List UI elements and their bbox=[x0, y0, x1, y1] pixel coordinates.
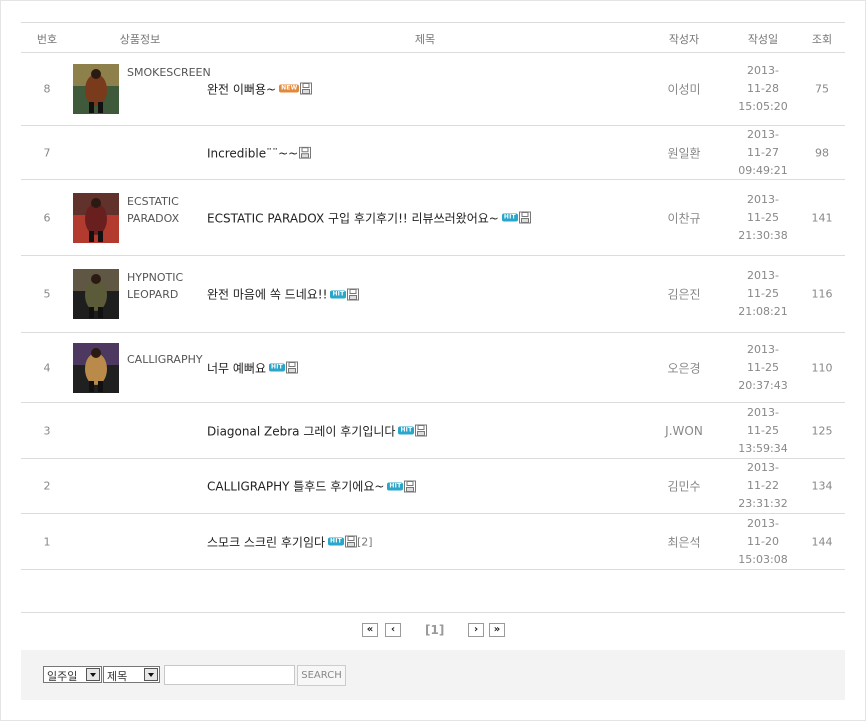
period-select[interactable]: 일주일 bbox=[43, 666, 102, 683]
product-thumbnail[interactable] bbox=[73, 342, 119, 393]
field-select-value: 제목 bbox=[107, 670, 128, 683]
next-page-button[interactable]: › bbox=[468, 623, 484, 637]
post-date: 2013-11-28 15:05:20 bbox=[738, 63, 788, 113]
first-page-button[interactable]: « bbox=[362, 623, 378, 637]
floppy-disk-icon bbox=[299, 146, 312, 159]
product-thumbnail[interactable] bbox=[73, 192, 119, 243]
last-page-button[interactable]: » bbox=[489, 623, 505, 637]
post-title[interactable]: 스모크 스크린 후기임다 bbox=[207, 535, 325, 549]
post-title[interactable]: Incredible¨¨~~ bbox=[207, 146, 298, 160]
floppy-disk-icon bbox=[518, 211, 531, 224]
title-cell: CALLIGRAPHY 틀후드 후기에요~ HIT bbox=[207, 478, 417, 495]
title-cell: 스모크 스크린 후기임다 HIT [2] bbox=[207, 533, 373, 550]
post-title[interactable]: 완전 이뻐용~ bbox=[207, 82, 276, 96]
title-cell: ECSTATIC PARADOX 구입 후기후기!! 리뷰쓰러왔어요~ HIT bbox=[207, 209, 531, 226]
post-date: 2013-11-25 21:30:38 bbox=[738, 192, 788, 242]
chevron-down-icon[interactable] bbox=[144, 668, 158, 681]
floppy-disk-icon bbox=[285, 361, 298, 374]
author-name: 오은경 bbox=[667, 361, 701, 375]
table-row[interactable]: 5 HYPNOTIC LEOPARD 완전 마음에 쏙 드네요!! HIT 김은진 20… bbox=[21, 256, 845, 333]
post-date: 2013-11-20 15:03:08 bbox=[738, 516, 788, 566]
table-row[interactable]: 8 SMOKESCREEN 완전 이뻐용~ NEW 이성미 2013-11-28 15:… bbox=[21, 52, 845, 126]
post-date: 2013-11-25 21:08:21 bbox=[738, 269, 788, 318]
floppy-disk-icon bbox=[415, 424, 428, 437]
view-count: 134 bbox=[811, 479, 833, 493]
author-name: 원일환 bbox=[667, 146, 701, 160]
hit-badge: HIT bbox=[328, 537, 344, 546]
pagination: « ‹ [1] › » bbox=[21, 612, 845, 651]
period-select-value: 일주일 bbox=[47, 670, 78, 683]
product-name[interactable]: HYPNOTIC LEOPARD bbox=[127, 269, 207, 303]
product-name[interactable]: CALLIGRAPHY bbox=[127, 351, 207, 368]
header-product: 상품정보 bbox=[119, 33, 161, 46]
hit-badge: HIT bbox=[387, 482, 404, 490]
header-title: 제목 bbox=[414, 33, 436, 46]
post-date: 2013-11-27 09:49:21 bbox=[738, 127, 788, 177]
field-select[interactable]: 제목 bbox=[103, 666, 160, 683]
review-board: 번호 상품정보 제목 작성자 작성일 조회 bbox=[21, 22, 845, 53]
post-date: 2013-11-25 13:59:34 bbox=[738, 405, 788, 455]
comment-count[interactable]: [2] bbox=[357, 535, 373, 548]
post-date: 2013-11-22 23:31:32 bbox=[738, 461, 788, 510]
search-button[interactable]: SEARCH bbox=[297, 665, 346, 686]
current-page[interactable]: [1] bbox=[425, 623, 444, 637]
floppy-disk-icon bbox=[344, 535, 357, 548]
product-name[interactable]: ECSTATIC PARADOX bbox=[127, 193, 207, 227]
header-date: 작성일 bbox=[747, 33, 779, 46]
title-cell: Diagonal Zebra 그레이 후기입니다 HIT bbox=[207, 422, 428, 439]
author-name: 이찬규 bbox=[667, 211, 701, 225]
post-title[interactable]: 너무 예뻐요 bbox=[207, 361, 266, 375]
view-count: 144 bbox=[811, 535, 833, 548]
table-row[interactable]: 7 Incredible¨¨~~ 원일환 2013-11-27 09:49:21 98 bbox=[21, 126, 845, 180]
table-row[interactable]: 3 Diagonal Zebra 그레이 후기입니다 HIT J.WON 2013-11… bbox=[21, 403, 845, 459]
view-count: 125 bbox=[811, 424, 833, 437]
hit-badge: HIT bbox=[269, 363, 285, 372]
hit-badge: HIT bbox=[501, 213, 518, 222]
title-cell: Incredible¨¨~~ bbox=[207, 145, 312, 160]
post-title[interactable]: CALLIGRAPHY 틀후드 후기에요~ bbox=[207, 480, 384, 494]
floppy-disk-icon bbox=[347, 288, 360, 300]
author-name: J.WON bbox=[665, 423, 703, 438]
author-name: 이성미 bbox=[667, 82, 701, 96]
author-name: 김민수 bbox=[667, 479, 701, 494]
author-name: 최은석 bbox=[667, 535, 701, 549]
view-count: 141 bbox=[811, 211, 833, 224]
header-num: 번호 bbox=[36, 33, 58, 46]
table-header: 번호 상품정보 제목 작성자 작성일 조회 bbox=[21, 22, 845, 53]
new-badge: NEW bbox=[279, 84, 300, 93]
view-count: 75 bbox=[815, 82, 829, 95]
title-cell: 완전 마음에 쏙 드네요!! HIT bbox=[207, 286, 360, 303]
table-row[interactable]: 1 스모크 스크린 후기임다 HIT [2] 최은석 2013-11-20 15:03:0… bbox=[21, 514, 845, 570]
title-cell: 너무 예뻐요 HIT bbox=[207, 359, 298, 376]
hit-badge: HIT bbox=[330, 290, 347, 298]
product-thumbnail[interactable] bbox=[73, 269, 119, 319]
header-views: 조회 bbox=[811, 33, 833, 46]
table-row[interactable]: 6 ECSTATIC PARADOX ECSTATIC PARADOX 구입 후기… bbox=[21, 180, 845, 256]
product-thumbnail[interactable] bbox=[73, 63, 119, 114]
floppy-disk-icon bbox=[404, 480, 417, 492]
chevron-down-icon[interactable] bbox=[86, 668, 100, 681]
table-row[interactable]: 2 CALLIGRAPHY 틀후드 후기에요~ HIT 김민수 2013-11-22 2… bbox=[21, 459, 845, 514]
post-title[interactable]: ECSTATIC PARADOX 구입 후기후기!! 리뷰쓰러왔어요~ bbox=[207, 211, 499, 225]
product-name[interactable]: SMOKESCREEN bbox=[127, 64, 211, 81]
view-count: 98 bbox=[815, 146, 829, 159]
floppy-disk-icon bbox=[300, 82, 313, 95]
header-author: 작성자 bbox=[668, 33, 700, 46]
post-date: 2013-11-25 20:37:43 bbox=[738, 342, 788, 392]
post-title[interactable]: 완전 마음에 쏙 드네요!! bbox=[207, 288, 327, 302]
post-title[interactable]: Diagonal Zebra 그레이 후기입니다 bbox=[207, 424, 395, 438]
view-count: 110 bbox=[811, 361, 833, 374]
hit-badge: HIT bbox=[398, 426, 415, 435]
author-name: 김은진 bbox=[667, 287, 701, 302]
view-count: 116 bbox=[811, 287, 833, 301]
title-cell: 완전 이뻐용~ NEW bbox=[207, 80, 313, 97]
prev-page-button[interactable]: ‹ bbox=[385, 623, 401, 637]
search-input[interactable] bbox=[164, 665, 295, 685]
search-bar: 일주일 제목 SEARCH bbox=[21, 650, 845, 700]
table-row[interactable]: 4 CALLIGRAPHY 너무 예뻐요 HIT 오은경 2013-11-25 20:3… bbox=[21, 333, 845, 403]
